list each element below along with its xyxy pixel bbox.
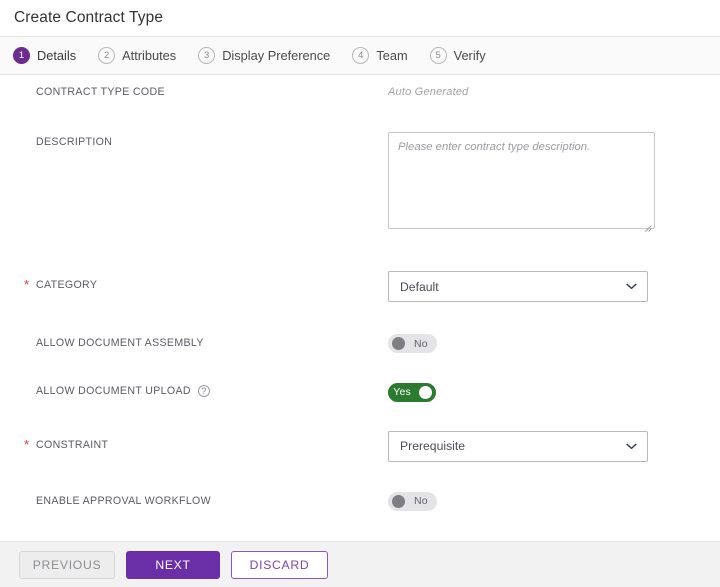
form-row: ENABLE APPROVAL WORKFLOW No [0,491,720,513]
page-title: Create Contract Type [14,9,164,26]
next-button[interactable]: NEXT [126,550,220,579]
field-label: ALLOW DOCUMENT UPLOAD [36,385,191,397]
form-label-cell: ENABLE APPROVAL WORKFLOW [16,492,388,507]
chevron-down-icon [626,443,637,449]
toggle-state-label: No [414,495,428,507]
select-constraint[interactable]: Prerequisite [388,430,648,462]
field-label: DESCRIPTION [36,136,113,148]
contract-type-code-value: Auto Generated [388,86,469,98]
form-row: DESCRIPTION [0,132,720,234]
step-number-badge: 2 [98,47,116,64]
form-label-cell: ALLOW DOCUMENT UPLOAD? [16,382,388,397]
dialog-footer: PREVIOUS NEXT DISCARD [0,541,720,587]
chevron-down-icon [626,283,637,290]
step-number-badge: 5 [429,47,447,64]
toggle-allow-document-assembly[interactable]: No [388,334,437,353]
step-team[interactable]: 4 Team [352,47,408,64]
step-label: Team [376,48,408,63]
help-icon[interactable]: ? [197,385,210,397]
discard-button[interactable]: DISCARD [231,550,328,579]
description-textarea[interactable] [388,132,655,229]
step-verify[interactable]: 5 Verify [429,47,486,64]
form-row: * CONSTRAINT Prerequisite [0,430,720,462]
step-display-preference[interactable]: 3 Display Preference [198,47,330,64]
form-row: CONTRACT TYPE CODE Auto Generated [0,83,720,98]
form-control-cell: Prerequisite [388,430,720,462]
step-label: Display Preference [222,48,331,63]
step-label: Details [37,48,77,63]
toggle-state-label: Yes [393,386,411,398]
step-label: Attributes [122,48,177,63]
form-control-cell: No [388,491,720,513]
field-label: CONTRACT TYPE CODE [36,86,165,98]
form-row: * CATEGORY Default [0,271,720,302]
field-label: CONSTRAINT [36,438,109,451]
select-selected-value: Prerequisite [400,439,466,453]
toggle-knob [419,385,432,399]
form-label-cell: * CONSTRAINT [16,431,388,451]
required-marker: * [24,436,30,452]
step-attributes[interactable]: 2 Attributes [98,47,176,64]
toggle-state-label: No [414,337,428,350]
description-field-wrapper [388,132,655,234]
form-control-cell: No [388,334,720,355]
step-number-badge: 4 [352,47,370,64]
form-row: ALLOW DOCUMENT ASSEMBLY No [0,334,720,355]
create-contract-type-dialog: Create Contract Type 1 Details 2 Attributes… [0,0,720,587]
toggle-knob [392,337,405,350]
wizard-stepper: 1 Details 2 Attributes 3 Display Preference 4 T… [0,37,720,75]
form-label-cell: CONTRACT TYPE CODE [16,83,388,98]
toggle-allow-document-upload[interactable]: Yes [388,382,436,402]
form-control-cell: Yes [388,382,720,402]
form-label-cell: * CATEGORY [16,271,388,291]
field-label: ALLOW DOCUMENT ASSEMBLY [36,337,204,349]
step-number-badge: 1 [13,47,30,64]
form-control-cell: Auto Generated [388,83,720,98]
step-number-badge: 3 [198,47,216,64]
select-category[interactable]: Default [388,271,648,302]
form-label-cell: DESCRIPTION [16,132,388,148]
select-selected-value: Default [400,279,439,294]
form-control-cell [388,132,720,234]
step-details[interactable]: 1 Details [13,47,76,64]
toggle-enable-approval-workflow[interactable]: No [388,491,437,511]
field-label: ENABLE APPROVAL WORKFLOW [36,494,211,507]
field-label: CATEGORY [36,279,98,291]
form-row: ALLOW DOCUMENT UPLOAD? Yes [0,382,720,402]
form-label-cell: ALLOW DOCUMENT ASSEMBLY [16,334,388,349]
form-control-cell: Default [388,271,720,302]
step-label: Verify [453,48,486,63]
required-marker: * [24,277,30,292]
previous-button[interactable]: PREVIOUS [19,550,115,579]
form-body: CONTRACT TYPE CODE Auto Generated DESCRIPT… [0,75,720,541]
dialog-titlebar: Create Contract Type [0,0,720,37]
toggle-knob [392,494,405,508]
